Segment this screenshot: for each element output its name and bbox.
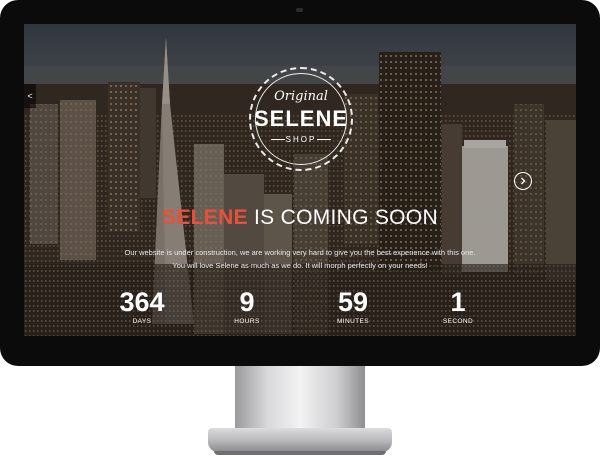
logo-brand-text: SELENE xyxy=(253,106,349,131)
screen: < Original SELENE SHOP SELENE IS COMING … xyxy=(24,24,576,336)
countdown-seconds: 1 SECOND xyxy=(418,287,498,326)
monitor-stand-neck xyxy=(235,366,365,430)
headline-accent: SELENE xyxy=(162,206,248,229)
camera-dot xyxy=(296,8,303,12)
page-headline: SELENE IS COMING SOON xyxy=(24,206,576,230)
monitor-bezel: < Original SELENE SHOP SELENE IS COMING … xyxy=(0,0,600,366)
countdown-days-value: 364 xyxy=(119,287,165,317)
countdown-minutes-label: MINUTES xyxy=(336,318,370,325)
share-icon[interactable]: < xyxy=(24,84,36,108)
countdown-seconds-value: 1 xyxy=(450,287,466,317)
description: Our website is under construction, we ar… xyxy=(100,246,500,272)
description-line-1: Our website is under construction, we ar… xyxy=(124,248,476,257)
logo-subtitle: SHOP xyxy=(285,135,317,144)
countdown-minutes-value: 59 xyxy=(337,287,369,317)
chevron-right-icon[interactable] xyxy=(514,172,532,190)
brand-logo: Original SELENE SHOP xyxy=(249,67,353,171)
countdown-hours-label: HOURS xyxy=(234,318,260,325)
countdown-minutes: 59 MINUTES xyxy=(313,287,393,326)
description-line-2: You will love Selene as much as we do. I… xyxy=(172,261,428,270)
countdown-days-label: DAYS xyxy=(132,318,152,325)
countdown-days: 364 DAYS xyxy=(102,287,182,326)
logo-script-text: Original xyxy=(274,89,328,104)
countdown-hours-value: 9 xyxy=(239,287,255,317)
countdown-hours: 9 HOURS xyxy=(207,287,287,326)
monitor-stand-foot xyxy=(208,428,392,452)
monitor-stand-foot-edge xyxy=(214,451,386,455)
headline-rest: IS COMING SOON xyxy=(254,206,438,229)
countdown-seconds-label: SECOND xyxy=(442,318,474,325)
